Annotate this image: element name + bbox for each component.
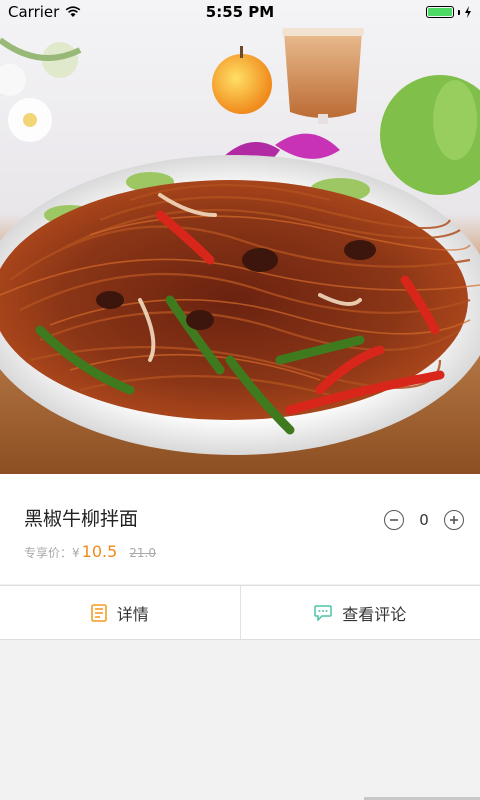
original-price: 21.0 — [129, 546, 156, 560]
tab-details-label: 详情 — [116, 604, 149, 624]
increment-button[interactable] — [444, 510, 464, 530]
status-bar: Carrier 5:55 PM — [0, 0, 480, 24]
plus-icon — [450, 516, 458, 524]
comment-icon — [314, 604, 332, 621]
tab-comments-label: 查看评论 — [342, 604, 407, 624]
quantity-stepper: 0 — [384, 510, 464, 530]
current-price: 10.5 — [81, 542, 118, 561]
document-icon — [90, 603, 107, 622]
dish-photo — [0, 0, 480, 474]
battery-icon — [426, 6, 454, 18]
product-info: 黑椒牛柳拌面 专享价： ¥ 10.5 21.0 0 — [0, 474, 480, 584]
detail-tabs: 详情 查看评论 — [0, 585, 480, 640]
price-label: 专享价： — [24, 546, 73, 560]
tab-details[interactable]: 详情 — [0, 586, 240, 639]
quantity-value: 0 — [419, 511, 429, 529]
currency-symbol: ¥ — [72, 546, 80, 560]
minus-icon — [390, 519, 398, 521]
tab-comments[interactable]: 查看评论 — [239, 586, 480, 639]
dish-name: 黑椒牛柳拌面 — [24, 508, 139, 530]
battery-level — [428, 8, 452, 16]
price-row: 专享价： ¥ 10.5 21.0 — [24, 542, 156, 561]
decrement-button[interactable] — [384, 510, 404, 530]
status-time: 5:55 PM — [205, 3, 275, 21]
